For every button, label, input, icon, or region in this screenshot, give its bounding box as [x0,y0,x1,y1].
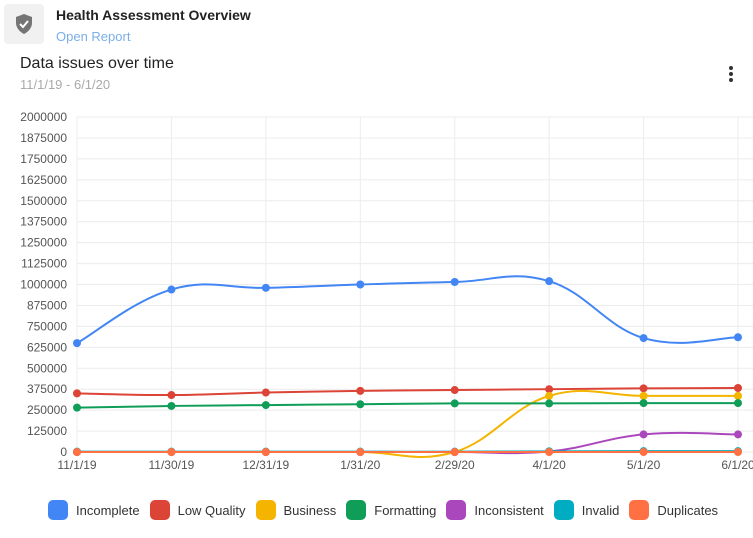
data-point [73,389,81,398]
data-point [73,403,81,412]
data-point [639,399,648,408]
data-point [734,448,742,456]
x-tick-label: 1/31/20 [340,458,380,472]
legend-item[interactable]: Business [255,500,337,520]
y-tick-label: 1375000 [20,215,67,229]
data-point [450,448,459,456]
legend-item[interactable]: Duplicates [629,500,718,520]
data-point [450,386,459,395]
data-point [261,448,270,456]
data-point [261,388,270,397]
data-point [545,399,554,408]
y-tick-label: 1250000 [20,236,67,250]
y-tick-label: 125000 [27,424,67,438]
y-tick-label: 250000 [27,403,67,417]
legend-label: Inconsistent [474,502,544,518]
data-point [356,280,365,289]
y-tick-label: 750000 [27,319,67,333]
y-tick-label: 1625000 [20,173,67,187]
legend-label: Incomplete [76,502,140,518]
y-tick-label: 375000 [27,382,67,396]
legend-label: Formatting [374,502,437,518]
data-point [167,285,176,294]
legend-label: Duplicates [657,502,719,518]
legend-label: Invalid [581,502,620,518]
data-point [639,384,648,393]
data-point [734,333,742,342]
y-tick-label: 625000 [27,340,67,354]
series-line-formatting [76,402,739,409]
y-tick-label: 2000000 [20,110,67,124]
y-tick-label: 1750000 [20,152,67,166]
data-point [734,430,742,439]
series-line-inconsistent [77,431,739,455]
legend-item[interactable]: Low Quality [149,500,246,520]
data-point [450,277,459,286]
data-point [261,283,270,292]
y-tick-label: 1125000 [21,257,67,271]
legend-swatch [446,500,467,520]
legend-item[interactable]: Inconsistent [446,500,544,520]
legend-swatch [48,500,68,520]
legend-swatch [255,500,276,520]
chart-legend: Incomplete Low Quality Business Formatting I… [48,500,728,520]
series-line-business [77,389,738,458]
data-point [73,448,81,456]
y-tick-label: 500000 [27,361,67,375]
data-point [450,399,459,408]
data-point [545,448,554,456]
x-tick-label: 6/1/20 [721,458,753,472]
x-tick-label: 11/1/19 [57,458,96,472]
data-point [639,334,648,343]
series-line-incomplete [76,275,739,344]
y-tick-label: 875000 [27,298,67,312]
data-point [167,391,176,400]
data-point [356,400,365,409]
legend-item[interactable]: Formatting [346,500,436,520]
data-point [545,277,554,286]
data-point [734,391,742,400]
y-tick-label: 0 [60,445,67,459]
line-chart: 0 125000 250000 375000 500000 625000 750000 875… [20,110,753,472]
legend-label: Business [283,502,337,518]
data-point [167,401,176,410]
data-point [167,448,176,456]
data-point [356,386,365,395]
y-tick-label: 1875000 [20,131,67,145]
data-point [639,448,648,456]
x-tick-label: 12/31/19 [242,458,289,472]
y-tick-label: 1000000 [20,278,67,292]
x-tick-label: 2/29/20 [435,458,475,472]
data-point [639,391,648,400]
data-point [73,339,81,348]
x-tick-label: 4/1/20 [532,458,566,472]
y-tick-label: 1500000 [20,194,67,208]
legend-item[interactable]: Invalid [553,500,620,520]
data-point [545,391,554,400]
data-point [734,399,742,408]
legend-label: Low Quality [177,502,246,518]
data-point [639,430,648,439]
data-point [261,401,270,410]
legend-swatch [553,500,574,520]
legend-swatch [149,500,170,520]
data-point [734,384,742,393]
legend-swatch [629,500,650,520]
legend-item[interactable]: Incomplete [48,500,140,520]
x-tick-label: 5/1/20 [627,458,661,472]
legend-swatch [346,500,367,520]
data-point [356,448,365,456]
x-tick-label: 11/30/19 [149,458,195,472]
